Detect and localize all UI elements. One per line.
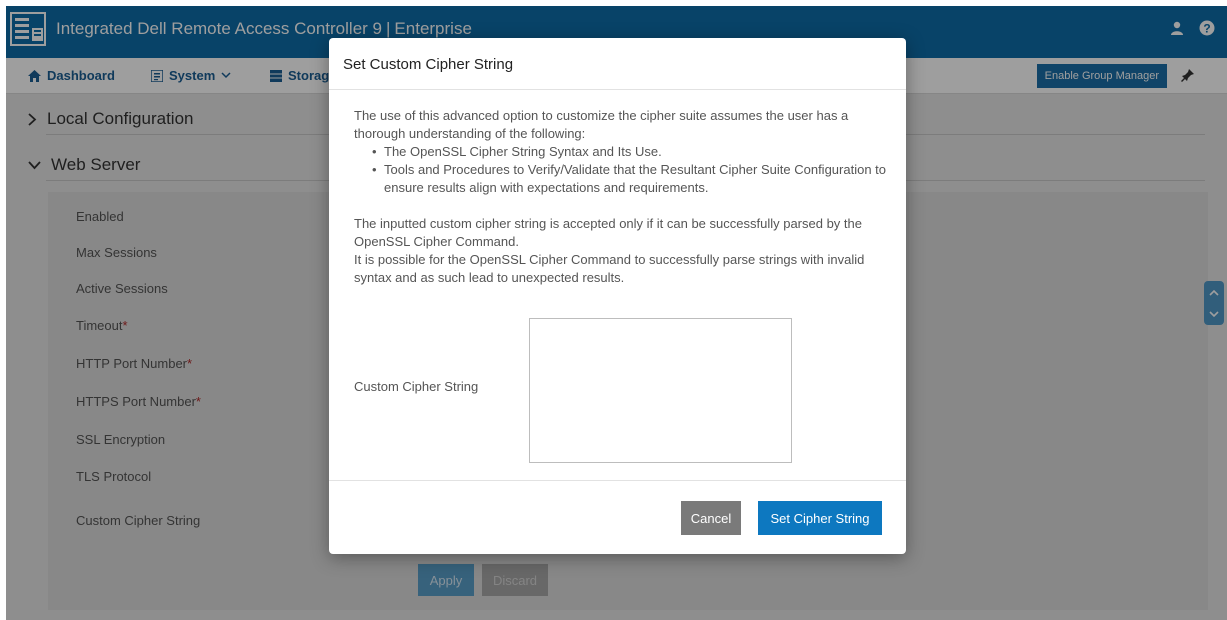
set-cipher-string-button[interactable]: Set Cipher String	[758, 501, 882, 535]
custom-cipher-label: Custom Cipher String	[354, 379, 479, 394]
custom-cipher-input[interactable]	[529, 318, 792, 463]
dialog-bullet-list: The OpenSSL Cipher String Syntax and Its…	[354, 143, 886, 197]
dialog-parse-note: The inputted custom cipher string is acc…	[354, 216, 862, 249]
cipher-string-dialog: Set Custom Cipher String The use of this…	[329, 38, 906, 554]
dialog-footer: Cancel Set Cipher String	[329, 480, 906, 554]
dialog-header: Set Custom Cipher String	[329, 38, 906, 90]
dialog-title: Set Custom Cipher String	[343, 56, 514, 73]
cancel-button[interactable]: Cancel	[681, 501, 741, 535]
dialog-intro-text: The use of this advanced option to custo…	[354, 108, 849, 141]
bullet-item: The OpenSSL Cipher String Syntax and Its…	[354, 143, 886, 161]
bullet-item: Tools and Procedures to Verify/Validate …	[354, 161, 886, 197]
dialog-warning-note: It is possible for the OpenSSL Cipher Co…	[354, 252, 865, 285]
dialog-body: The use of this advanced option to custo…	[329, 90, 906, 480]
